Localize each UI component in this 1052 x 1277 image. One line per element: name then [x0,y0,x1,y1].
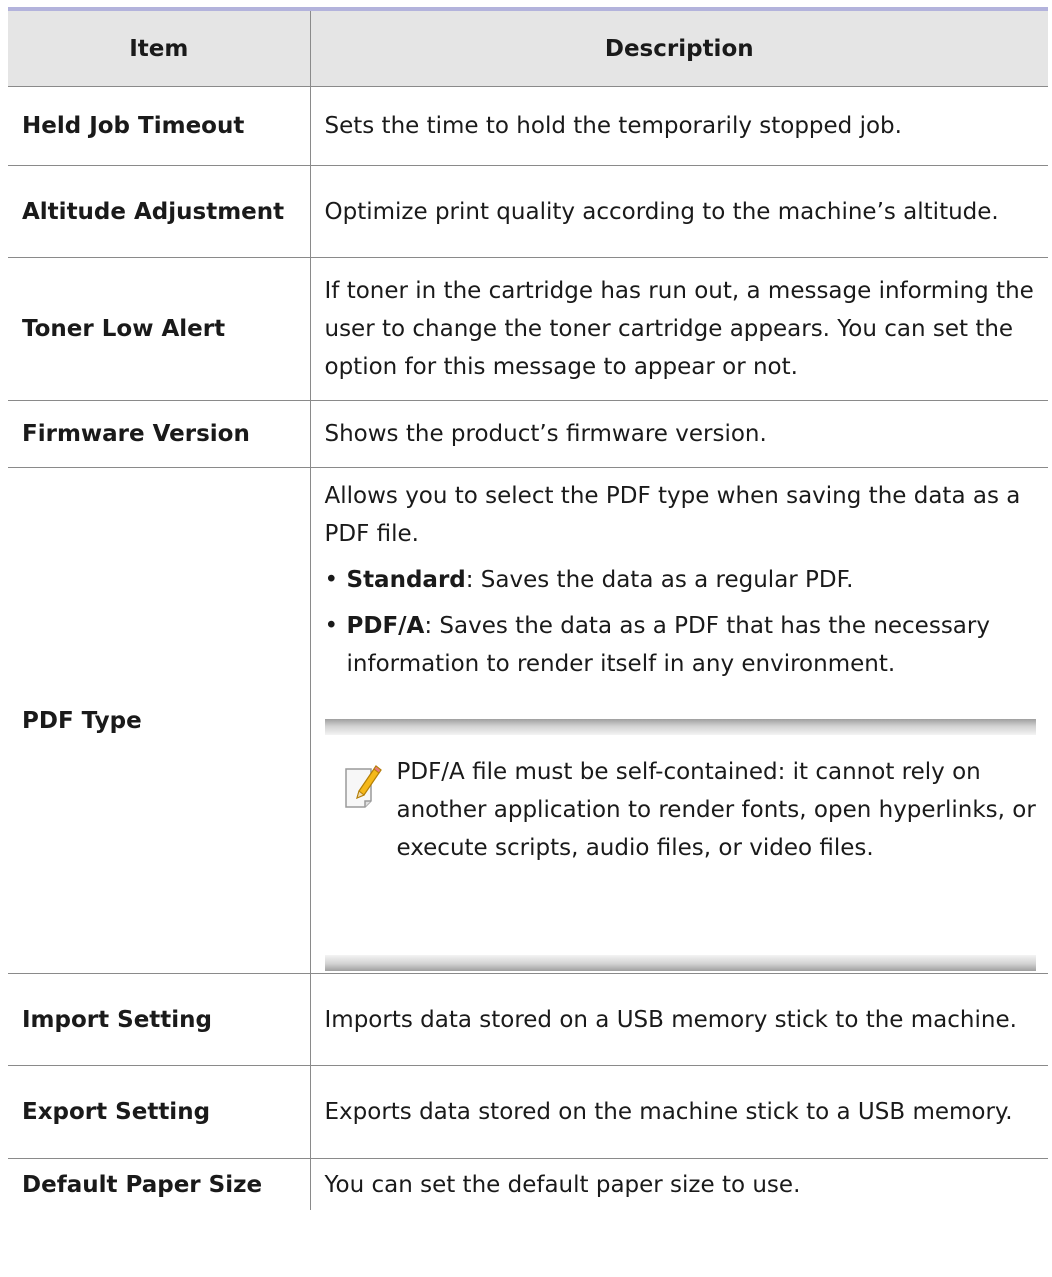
pdf-type-intro: Allows you to select the PDF type when s… [324,482,1021,547]
option-name: PDF/A [346,612,425,639]
description-cell: Imports data stored on a USB memory stic… [310,973,1048,1066]
item-cell: Default Paper Size [8,1158,311,1210]
table-header: Item Description [8,7,1048,87]
item-cell: Export Setting [8,1065,311,1159]
description-cell: Sets the time to hold the temporarily st… [310,86,1048,166]
description-cell: You can set the default paper size to us… [324,1171,801,1198]
item-cell: PDF Type [8,467,311,974]
column-header-item: Item [8,7,311,87]
settings-page: Item Description Held Job Timeout Sets t… [0,0,1052,1277]
column-header-description: Description [310,7,1048,87]
option-name: Standard [346,566,466,593]
list-item: • PDF/A: Saves the data as a PDF that ha… [325,607,1037,683]
note-top-bar [324,718,1036,735]
option-text: : Saves the data as a PDF that has the n… [346,612,990,677]
item-cell: Altitude Adjustment [8,165,311,258]
note-bottom-bar [324,954,1036,971]
note-text: PDF/A file must be self-contained: it ca… [396,758,1036,861]
table-row: Export Setting Exports data stored on th… [8,1065,1048,1159]
settings-table: Item Description Held Job Timeout Sets t… [8,7,1048,1210]
item-cell: Toner Low Alert [8,257,311,401]
table-row: Firmware Version Shows the product’s fir… [8,400,1048,468]
description-cell: Allows you to select the PDF type when s… [310,467,1048,974]
note-box: PDF/A file must be self-contained: it ca… [324,718,1036,971]
pdf-type-options: • Standard: Saves the data as a regular … [325,561,1037,683]
table-row: Altitude Adjustment Optimize print quali… [8,165,1048,258]
table-row: PDF Type Allows you to select the PDF ty… [8,467,1048,974]
description-cell: Exports data stored on the machine stick… [310,1065,1048,1159]
item-cell: Held Job Timeout [8,86,311,166]
table-row: Toner Low Alert If toner in the cartridg… [8,257,1048,401]
bullet: • [324,566,339,593]
bullet: • [324,612,339,639]
description-cell: Optimize print quality according to the … [310,165,1048,258]
table-row: Held Job Timeout Sets the time to hold t… [8,86,1048,166]
description-cell: If toner in the cartridge has run out, a… [310,257,1048,401]
pdf-type-description: Allows you to select the PDF type when s… [324,471,1037,971]
option-text: : Saves the data as a regular PDF. [465,566,854,593]
table-row: Default Paper Size You can set the defau… [8,1158,1048,1210]
item-cell: Import Setting [8,973,311,1066]
item-cell: Firmware Version [8,400,311,468]
description-cell: Shows the product’s firmware version. [310,400,1048,468]
table-row: Import Setting Imports data stored on a … [8,973,1048,1066]
list-item: • Standard: Saves the data as a regular … [325,561,1037,599]
